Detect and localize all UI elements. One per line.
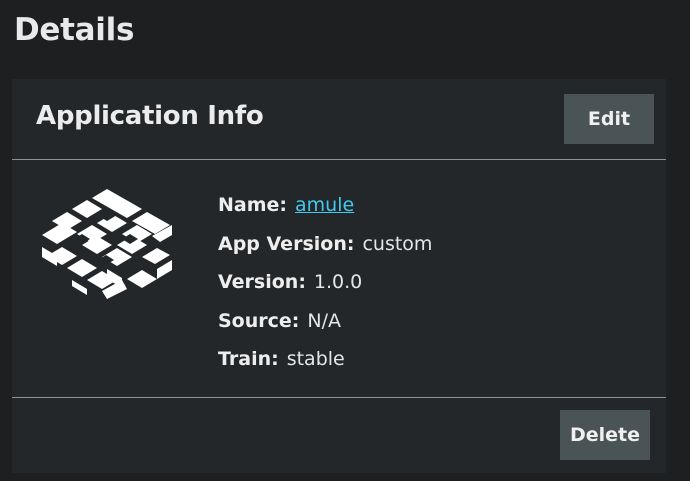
edit-button[interactable]: Edit xyxy=(564,94,654,144)
field-label: Source: xyxy=(218,309,300,332)
field-label: Version: xyxy=(218,271,306,294)
app-name-link[interactable]: amule xyxy=(295,194,354,216)
field-app-version: App Version: custom xyxy=(218,225,432,264)
field-label: Train: xyxy=(218,348,279,371)
field-value: 1.0.0 xyxy=(313,271,363,294)
header-divider xyxy=(12,159,666,160)
field-name: Name: amule xyxy=(218,186,432,225)
field-version: Version: 1.0.0 xyxy=(218,263,432,302)
page-title: Details xyxy=(14,12,135,48)
field-source: Source: N/A xyxy=(218,302,432,341)
footer-divider xyxy=(12,397,666,398)
details-page: Details Application Info Edit Name: amul… xyxy=(0,0,690,481)
field-train: Train: stable xyxy=(218,340,432,379)
application-info-card: Application Info Edit Name: amule App Ve… xyxy=(12,79,666,473)
card-title: Application Info xyxy=(36,101,264,131)
field-value: N/A xyxy=(307,309,342,332)
field-value: stable xyxy=(286,348,345,371)
field-value: custom xyxy=(362,232,433,255)
card-header: Application Info Edit xyxy=(12,79,666,159)
app-grid-icon xyxy=(42,189,172,299)
delete-button[interactable]: Delete xyxy=(560,410,650,460)
field-label: App Version: xyxy=(218,232,355,255)
field-label: Name: xyxy=(218,194,288,217)
app-info-fields: Name: amule App Version: custom Version:… xyxy=(218,186,432,379)
